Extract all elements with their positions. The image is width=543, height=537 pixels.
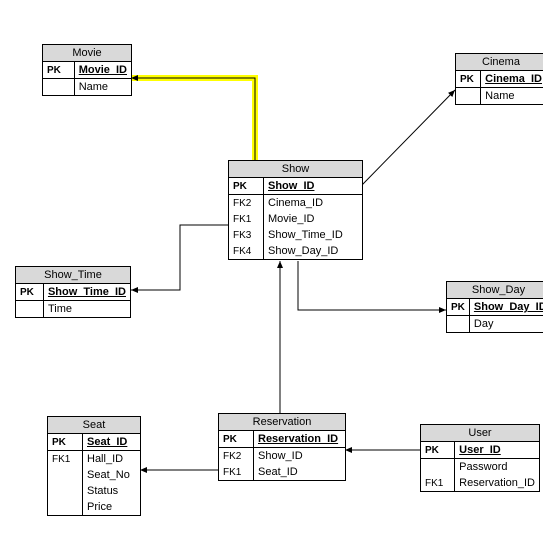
entity-user: User PK User_ID Password FK1Reservation_… bbox=[420, 424, 540, 492]
entity-movie: Movie PK Movie_ID Name bbox=[42, 44, 132, 96]
entity-seat: Seat PK Seat_ID FK1Hall_ID Seat_No Statu… bbox=[47, 416, 141, 516]
entity-title: User bbox=[421, 425, 539, 442]
entity-show-time: Show_Time PK Show_Time_ID Time bbox=[15, 266, 131, 318]
entity-reservation: Reservation PK Reservation_ID FK2Show_ID… bbox=[218, 413, 346, 481]
entity-title: Reservation bbox=[219, 414, 345, 431]
entity-cinema: Cinema PK Cinema_ID Name bbox=[455, 53, 543, 105]
entity-title: Cinema bbox=[456, 54, 543, 71]
entity-title: Movie bbox=[43, 45, 131, 62]
entity-show-day: Show_Day PK Show_Day_ID Day bbox=[446, 281, 543, 333]
entity-title: Show bbox=[229, 161, 362, 178]
entity-title: Seat bbox=[48, 417, 140, 434]
entity-show: Show PK Show_ID FK2Cinema_ID FK1Movie_ID… bbox=[228, 160, 363, 260]
entity-title: Show_Day bbox=[447, 282, 543, 299]
diagram-canvas: Movie PK Movie_ID Name Cinema PK Cinema_… bbox=[0, 0, 543, 537]
entity-title: Show_Time bbox=[16, 267, 130, 284]
